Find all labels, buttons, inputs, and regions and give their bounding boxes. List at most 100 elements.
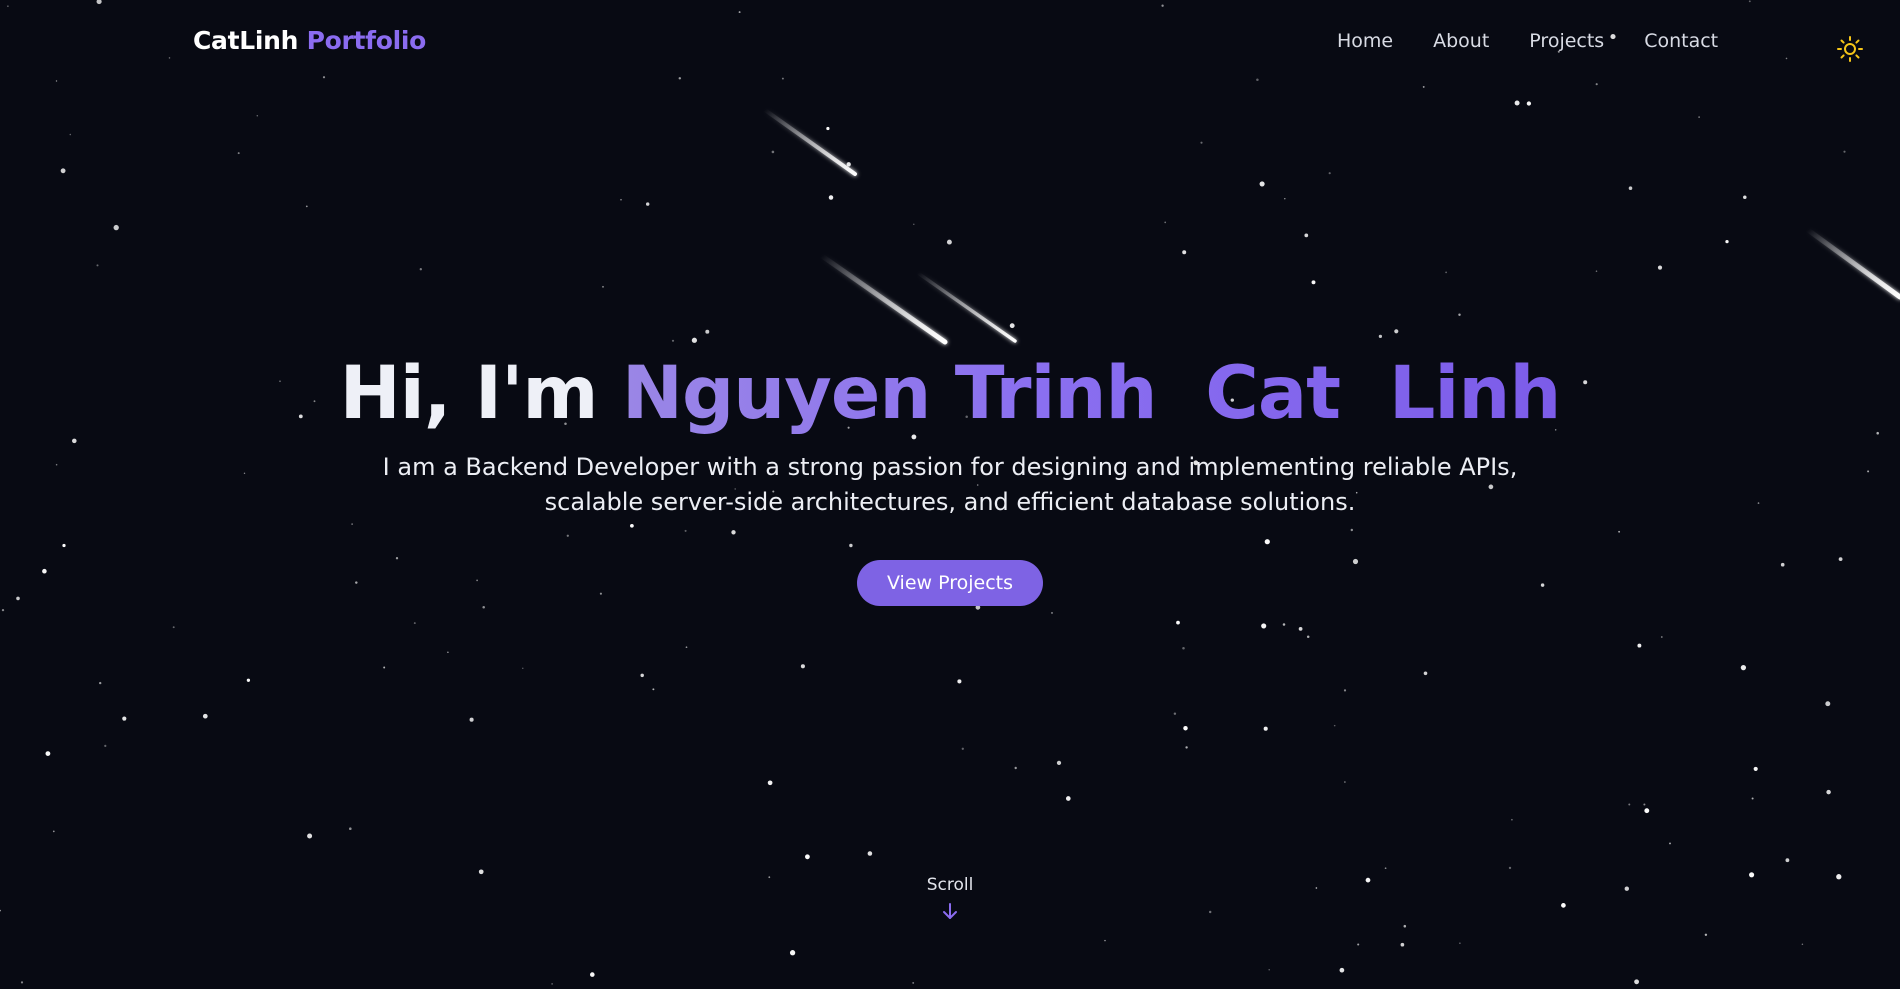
star [1056,760,1062,766]
logo-accent-text: Portfolio [306,26,427,55]
star [1526,101,1532,106]
star [1740,664,1747,671]
star [1511,818,1513,821]
star [1182,250,1187,255]
nav-link-home[interactable]: Home [1337,30,1393,52]
hero-title: Hi, I'm Nguyen Trinh Cat Linh [0,348,1900,440]
hero-name: Nguyen Trinh Cat Linh [621,351,1561,436]
star [646,202,650,206]
star [685,646,688,649]
star [1298,627,1303,631]
star [1378,334,1383,339]
main-nav: Home About Projects Contact [1337,30,1718,52]
star [551,983,553,985]
star [1660,636,1663,638]
star [1259,181,1265,187]
star [96,264,99,267]
star [1268,969,1270,971]
star [1343,689,1347,692]
star [1014,766,1017,770]
star [1698,116,1700,118]
scroll-label: Scroll [926,875,974,895]
page: CatLinh Portfolio Home About Projects Co… [0,0,1900,989]
star [826,126,830,131]
star [1843,150,1846,153]
star [256,115,259,117]
star [1263,726,1268,731]
star [1328,172,1331,175]
star [1445,271,1447,274]
star [1508,866,1512,870]
star [1595,270,1598,272]
star [1743,195,1747,200]
star [1304,233,1309,238]
view-projects-button[interactable]: View Projects [856,560,1044,606]
nav-link-projects[interactable]: Projects [1529,30,1604,52]
hero-greeting: Hi, I'm [339,351,599,436]
star [1185,746,1188,749]
star [419,268,422,271]
star [1801,943,1804,946]
star [413,622,416,625]
star [913,223,915,226]
star [1825,701,1831,707]
star [69,133,72,136]
star [1104,939,1106,942]
star [1628,186,1633,190]
star [1339,967,1345,973]
star [383,666,386,669]
star [805,854,810,860]
shooting-stars [763,108,1900,345]
star [1643,803,1646,806]
hero-subtitle: I am a Backend Developer with a strong p… [382,453,1518,516]
site-logo[interactable]: CatLinh Portfolio [193,26,426,55]
star [1400,942,1405,947]
star [104,744,107,748]
star [1344,781,1346,783]
star [1051,611,1053,614]
star [789,950,796,956]
star [202,713,208,719]
star [469,717,474,722]
hero-section: Hi, I'm Nguyen Trinh Cat Linh I am a Bac… [0,348,1900,606]
star [705,329,710,334]
star [1183,725,1188,731]
star [1628,803,1631,806]
star [1785,858,1790,863]
star [522,667,524,669]
star [867,851,873,856]
star [590,972,595,977]
star [957,679,962,684]
scroll-indicator[interactable]: Scroll [0,875,1900,921]
star [52,830,55,833]
star [1657,265,1663,270]
star [846,162,851,167]
star [60,168,66,174]
star [640,673,644,678]
star [1164,221,1167,224]
star [800,664,805,669]
star [20,981,24,984]
logo-main-text: CatLinh [193,26,299,55]
star [349,827,352,830]
star [1725,239,1729,244]
star [305,205,308,208]
navbar: CatLinh Portfolio Home About Projects Co… [0,0,1900,88]
star [1176,620,1180,625]
star [691,337,698,343]
star [1333,724,1336,727]
star [1284,197,1286,200]
theme-toggle-button[interactable] [1835,34,1865,64]
star [122,716,127,721]
nav-link-contact[interactable]: Contact [1644,30,1718,52]
star [828,195,834,200]
star [1644,808,1650,814]
star [946,239,952,245]
star [1065,796,1071,801]
nav-link-about[interactable]: About [1433,30,1489,52]
star [246,678,251,682]
star [1311,280,1316,285]
star [1637,643,1642,648]
star [1173,712,1177,715]
star [1826,789,1831,795]
